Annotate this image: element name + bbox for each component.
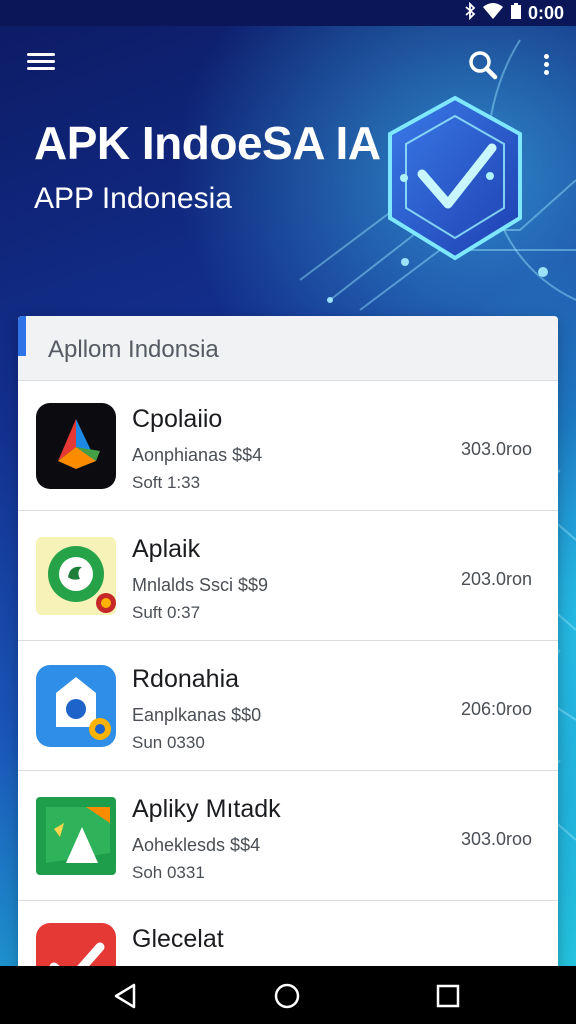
blue-camera-app-icon bbox=[36, 663, 116, 749]
more-options-button[interactable] bbox=[536, 50, 556, 80]
item-date: Suft 0:37 bbox=[132, 603, 201, 622]
status-bar: 0:00 bbox=[0, 0, 576, 26]
header-accent bbox=[18, 316, 26, 356]
list-item[interactable]: Rdonahia Eanplkanas $$0 Sun 0330 206:0ro… bbox=[18, 641, 558, 771]
home-icon bbox=[274, 983, 300, 1009]
back-button[interactable] bbox=[110, 980, 142, 1012]
app-title: APK IndoeSA IA bbox=[34, 117, 381, 169]
pinwheel-app-icon bbox=[36, 403, 116, 489]
item-date: Sun 0330 bbox=[132, 733, 205, 752]
battery-icon bbox=[510, 2, 522, 25]
list-header: Apllom Indonsia bbox=[18, 316, 558, 381]
status-time: 0:00 bbox=[527, 3, 564, 23]
item-size: 206:0roo bbox=[460, 699, 532, 719]
bluetooth-icon bbox=[464, 1, 476, 25]
item-date: Soft 1:33 bbox=[132, 473, 201, 492]
list-item[interactable]: Aplaik Mnlalds Ssci $$9 Suft 0:37 203.0r… bbox=[18, 511, 558, 641]
list-item[interactable]: Glecelat bbox=[18, 901, 558, 976]
back-icon bbox=[114, 983, 136, 1009]
item-meta: Aonphianas $$4 bbox=[132, 445, 263, 465]
item-name: Aplaik bbox=[132, 535, 201, 563]
app-subtitle: APP Indonesia bbox=[34, 182, 232, 215]
menu-button[interactable] bbox=[24, 50, 58, 74]
item-size: 303.0roo bbox=[460, 829, 532, 849]
list-header-label: Apllom Indonsia bbox=[48, 336, 219, 363]
search-button[interactable] bbox=[466, 48, 500, 82]
search-icon bbox=[469, 51, 498, 80]
item-name: Cpolaiio bbox=[132, 405, 223, 433]
recents-button[interactable] bbox=[432, 980, 464, 1012]
item-size: 203.0ron bbox=[460, 569, 532, 589]
item-meta: Aoheklesds $$4 bbox=[132, 835, 261, 855]
item-meta: Mnlalds Ssci $$9 bbox=[132, 575, 269, 595]
list-item[interactable]: Cpolaiio Aonphianas $$4 Soft 1:33 303.0r… bbox=[18, 381, 558, 511]
list-item[interactable]: Apliky Mıtadk Aoheklesds $$4 Soh 0331 30… bbox=[18, 771, 558, 901]
home-button[interactable] bbox=[271, 980, 303, 1012]
item-name: Rdonahia bbox=[132, 665, 240, 693]
menu-icon bbox=[27, 53, 55, 56]
item-size: 303.0roo bbox=[460, 439, 532, 459]
green-map-app-icon bbox=[36, 793, 116, 879]
green-ring-app-icon bbox=[36, 533, 116, 619]
wifi-icon bbox=[482, 2, 504, 25]
item-date: Soh 0331 bbox=[132, 863, 205, 882]
item-meta: Eanplkanas $$0 bbox=[132, 705, 262, 725]
app-list-card: Apllom Indonsia Cpolaiio Aonphianas $$4 … bbox=[18, 316, 558, 976]
more-vert-icon bbox=[544, 54, 549, 59]
recents-icon bbox=[436, 984, 460, 1008]
item-name: Glecelat bbox=[132, 925, 224, 953]
navigation-bar bbox=[0, 966, 576, 1024]
item-name: Apliky Mıtadk bbox=[132, 795, 281, 823]
shield-check-emblem-icon bbox=[370, 86, 540, 281]
